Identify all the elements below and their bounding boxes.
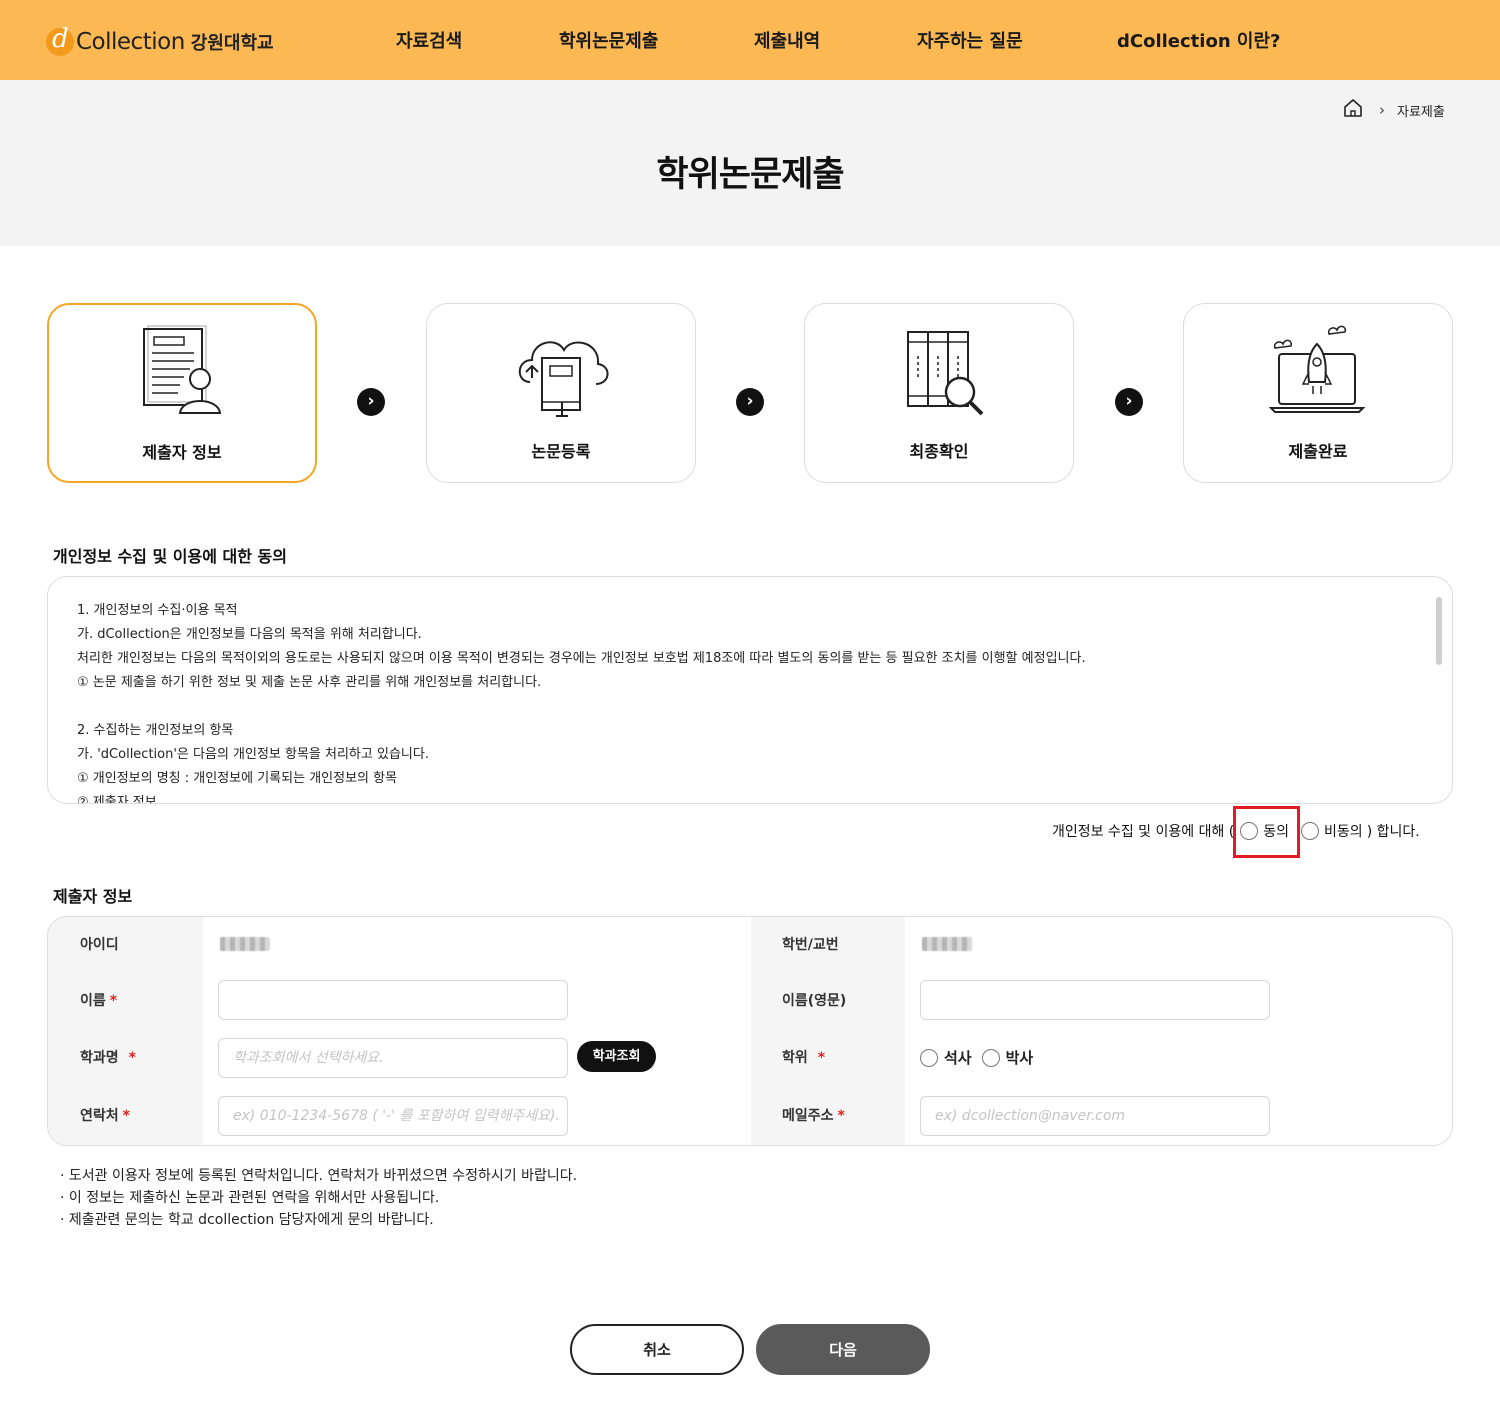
laptop-rocket-icon: [1269, 325, 1366, 413]
nav-item-search[interactable]: 자료검색: [396, 27, 462, 53]
dept-search-button[interactable]: 학과조회: [577, 1041, 656, 1072]
notes-list: · 도서관 이용자 정보에 등록된 연락처입니다. 연락처가 바뀌셨으면 수정하…: [60, 1165, 577, 1231]
disagree-option[interactable]: 비동의: [1301, 821, 1363, 841]
chevron-right-icon: ›: [1115, 388, 1143, 416]
submitter-section-title: 제출자 정보: [53, 887, 133, 906]
doctor-radio[interactable]: [981, 1048, 1000, 1067]
agree-prefix: 개인정보 수집 및 이용에 대해 (: [1052, 824, 1235, 840]
chevron-right-icon: ›: [736, 388, 764, 416]
consent-line: 1. 개인정보의 수집·이용 목적: [77, 603, 238, 618]
consent-text: 1. 개인정보의 수집·이용 목적 가. dCollection은 개인정보를 …: [77, 599, 1447, 804]
master-radio[interactable]: [920, 1048, 938, 1067]
student-no-label: 학번/교번: [782, 937, 839, 953]
name-input[interactable]: [218, 980, 568, 1020]
logo-text: Collection: [76, 29, 185, 55]
books-search-icon: [907, 331, 984, 416]
dept-input[interactable]: 학과조회에서 선택하세요.: [218, 1038, 568, 1078]
consent-line: 가. dCollection은 개인정보를 다음의 목적을 위해 처리합니다.: [77, 627, 422, 642]
chevron-right-icon: ›: [1379, 101, 1385, 119]
note-item: · 도서관 이용자 정보에 등록된 연락처입니다. 연락처가 바뀌셨으면 수정하…: [60, 1168, 578, 1184]
consent-line: 처리한 개인정보는 다음의 목적이외의 용도로는 사용되지 않으며 이용 목적이…: [77, 651, 1086, 666]
breadcrumb-current[interactable]: 자료제출: [1397, 101, 1445, 120]
consent-line: ② 제출자 정보: [77, 795, 157, 804]
page-title: 학위논문제출: [656, 155, 844, 195]
nav-item-faq[interactable]: 자주하는 질문: [917, 27, 1023, 53]
step-label: 제출완료: [1288, 442, 1348, 461]
consent-line: ① 개인정보의 명칭 : 개인정보에 기록되는 개인정보의 항목: [77, 771, 398, 786]
phone-input[interactable]: ex) 010-1234-5678 ( '-' 를 포함하여 입력해주세요).: [218, 1096, 568, 1136]
name-en-label: 이름(영문): [782, 993, 847, 1009]
nav-item-submission-history[interactable]: 제출내역: [754, 27, 820, 53]
agree-suffix: ) 합니다.: [1366, 824, 1420, 840]
phone-label: 연락처 *: [80, 1108, 130, 1124]
note-item: · 제출관련 문의는 학교 dcollection 담당자에게 문의 바랍니다.: [60, 1212, 434, 1228]
name-label: 이름 *: [80, 993, 118, 1009]
logo-university: 강원대학교: [190, 33, 274, 54]
email-input[interactable]: ex) dcollection@naver.com: [920, 1096, 1270, 1136]
consent-scrollbar[interactable]: [1436, 597, 1442, 665]
step-final-check: 최종확인: [804, 303, 1074, 483]
degree-label: 학위 *: [782, 1050, 826, 1066]
breadcrumb: › 자료제출: [1343, 98, 1445, 122]
degree-options: 석사 박사: [920, 1047, 1043, 1068]
id-value-redacted: [220, 937, 270, 951]
nav-item-about[interactable]: dCollection 이란?: [1117, 27, 1280, 53]
logo-mark-icon: d: [46, 24, 74, 56]
step-label: 논문등록: [531, 442, 591, 461]
degree-option-master[interactable]: 석사: [920, 1047, 972, 1068]
nav-item-thesis-submit[interactable]: 학위논문제출: [559, 27, 658, 53]
dcollection-logo[interactable]: d Collection 강원대학교: [46, 24, 274, 58]
cancel-button[interactable]: 취소: [570, 1324, 744, 1375]
disagree-radio[interactable]: [1301, 822, 1320, 840]
step-submitter-info: 제출자 정보: [47, 303, 317, 483]
email-label: 메일주소 *: [782, 1108, 845, 1124]
consent-line: 가. 'dCollection'은 다음의 개인정보 항목을 처리하고 있습니다…: [77, 747, 429, 762]
consent-line: ① 논문 제출을 하기 위한 정보 및 제출 논문 사후 관리를 위해 개인정보…: [77, 675, 542, 690]
chevron-right-icon: ›: [357, 388, 385, 416]
consent-spacer: [77, 695, 1447, 719]
consent-line: 2. 수집하는 개인정보의 항목: [77, 723, 234, 738]
next-button[interactable]: 다음: [756, 1324, 930, 1375]
consent-textarea[interactable]: 1. 개인정보의 수집·이용 목적 가. dCollection은 개인정보를 …: [47, 576, 1453, 804]
degree-option-doctor[interactable]: 박사: [981, 1047, 1034, 1068]
name-en-input[interactable]: [920, 980, 1270, 1020]
consent-section-title: 개인정보 수집 및 이용에 대한 동의: [53, 547, 287, 566]
id-label: 아이디: [80, 937, 119, 953]
step-label: 최종확인: [909, 442, 969, 461]
home-icon[interactable]: [1343, 98, 1363, 122]
step-thesis-register: 논문등록: [426, 303, 696, 483]
step-complete: 제출완료: [1183, 303, 1453, 483]
student-no-value-redacted: [922, 937, 972, 951]
cloud-book-upload-icon: [518, 341, 609, 417]
top-navigation-bar: d Collection 강원대학교 자료검색 학위논문제출 제출내역 자주하는…: [0, 0, 1500, 80]
doctor-label: 박사: [1005, 1049, 1034, 1067]
master-label: 석사: [944, 1049, 972, 1067]
disagree-label: 비동의: [1324, 824, 1363, 840]
document-user-icon: [143, 325, 222, 414]
note-item: · 이 정보는 제출하신 논문과 관련된 연락을 위해서만 사용됩니다.: [60, 1190, 440, 1206]
dept-label: 학과명 *: [80, 1050, 136, 1066]
step-label: 제출자 정보: [142, 443, 222, 462]
agree-highlight-box: [1233, 806, 1300, 858]
